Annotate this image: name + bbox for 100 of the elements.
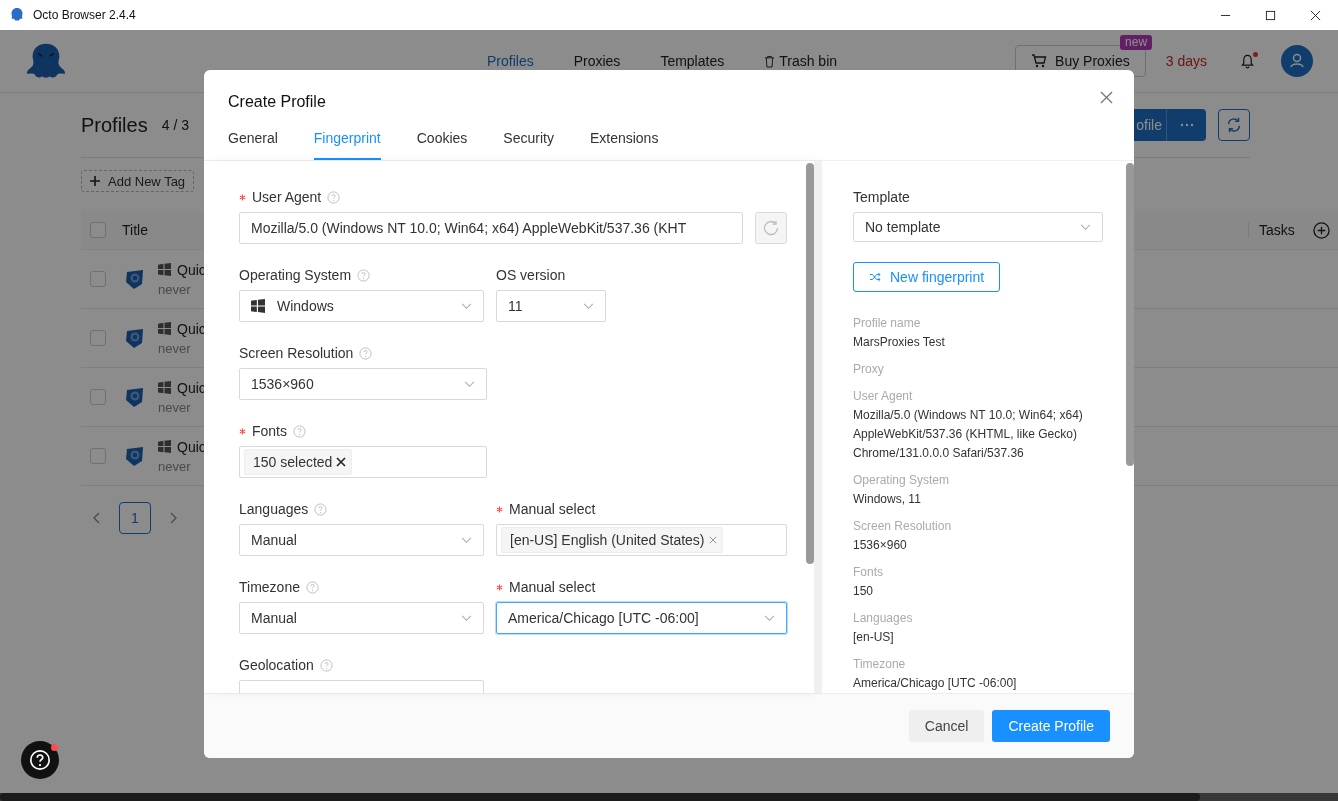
tab[interactable]: General [228, 122, 278, 160]
tab[interactable]: Cookies [416, 122, 468, 160]
tab[interactable]: Extensions [589, 122, 659, 160]
field-label: Languages [239, 501, 309, 517]
summary-value: America/Chicago [UTC -06:00] [853, 675, 1018, 692]
field-label: OS version [496, 267, 566, 283]
last-run: never [158, 399, 192, 415]
nav-link[interactable]: Templates [660, 53, 725, 69]
summary-label: Profile name [853, 315, 922, 332]
profile-name[interactable]: Quic [177, 261, 206, 278]
field-label: Template [853, 188, 911, 207]
page-title: Profiles [81, 113, 148, 137]
summary-label: Screen Resolution [853, 518, 953, 535]
plus-icon [90, 176, 100, 186]
chevron-down-icon [461, 536, 472, 544]
windows-icon [251, 299, 265, 313]
help-icon[interactable] [319, 658, 333, 672]
tag: 150 selected [244, 449, 353, 475]
summary-label: Timezone [853, 656, 907, 673]
shuffle-icon [869, 272, 881, 282]
summary-value: MarsProxies Test [853, 334, 946, 351]
field-label: Screen Resolution [239, 345, 354, 361]
more-button[interactable] [1166, 109, 1206, 141]
close-icon[interactable] [1100, 91, 1113, 104]
scrollbar-thumb[interactable] [806, 163, 814, 564]
checkbox[interactable] [90, 271, 106, 287]
template-select[interactable]: No template [853, 212, 1103, 242]
app-icon [9, 7, 25, 23]
windows-icon [158, 440, 171, 453]
summary-value: [en-US] [853, 629, 895, 646]
help-icon[interactable] [305, 580, 319, 594]
multi-select-field[interactable]: [en-US] English (United States) [496, 524, 787, 556]
next-page-icon[interactable] [169, 512, 177, 524]
nav-link[interactable]: Proxies [573, 53, 621, 69]
cancel-button[interactable]: Cancel [908, 710, 985, 742]
field-label: Manual select [509, 579, 596, 595]
summary-value: 1536×960 [853, 537, 908, 554]
profile-name[interactable]: Quic [177, 320, 206, 337]
dialog-title: Create Profile [228, 93, 326, 111]
chevron-down-icon [764, 614, 775, 622]
chevron-down-icon [1080, 223, 1091, 231]
select-field[interactable]: Windows [239, 290, 484, 322]
remove-icon[interactable] [336, 457, 347, 467]
select-field[interactable]: 11 [496, 290, 606, 322]
help-icon[interactable] [293, 424, 306, 438]
summary-label: Proxy [853, 361, 885, 378]
add-tag-button[interactable]: Add New Tag [81, 170, 195, 192]
column-header: Title [122, 222, 148, 238]
summary-label: Operating System [853, 472, 951, 489]
refresh-button[interactable] [1218, 109, 1250, 141]
user-agent-field[interactable]: Mozilla/5.0 (Windows NT 10.0; Win64; x64) AppleWebKit/537.36 (KHT [239, 212, 743, 244]
more-icon [1179, 123, 1194, 127]
select-field[interactable]: Manual [239, 524, 484, 556]
scrollbar-thumb[interactable] [1126, 163, 1134, 466]
column-header: Tasks [1248, 222, 1313, 238]
help-button[interactable] [21, 741, 59, 779]
summary-value: Mozilla/5.0 (Windows NT 10.0; Win64; x64) [853, 407, 1084, 424]
previous-page-icon[interactable] [93, 512, 101, 524]
checkbox[interactable] [90, 330, 106, 346]
windows-icon [158, 263, 171, 276]
windows-icon [158, 381, 171, 394]
field-label: Operating System [239, 267, 352, 283]
chevron-down-icon [464, 380, 475, 388]
help-icon[interactable] [357, 268, 371, 282]
summary-value: 150 [853, 583, 875, 600]
nav-link[interactable]: Trash bin [764, 53, 838, 69]
trash-icon [764, 54, 776, 68]
select-field[interactable]: America/Chicago [UTC -06:00] [496, 602, 787, 634]
window-title: Octo Browser 2.4.4 [33, 8, 136, 22]
summary-label: User Agent [853, 388, 914, 405]
tab[interactable]: Security [503, 122, 554, 160]
summary-label: Languages [853, 610, 914, 627]
chevron-down-icon [583, 302, 594, 310]
checkbox[interactable] [90, 389, 106, 405]
field-label: Timezone [239, 579, 300, 595]
summary-value: Chrome/131.0.0.0 Safari/537.36 [853, 445, 1025, 462]
help-icon[interactable] [314, 502, 328, 516]
checkbox[interactable] [90, 448, 106, 464]
horizontal-scrollbar[interactable] [0, 793, 1338, 801]
chevron-down-icon [461, 614, 472, 622]
checkbox[interactable] [90, 222, 106, 238]
select-field[interactable]: 1536×960 [239, 368, 487, 400]
select-field[interactable]: Manual [239, 602, 484, 634]
profile-name[interactable]: Quic [177, 438, 206, 455]
multi-select-field[interactable]: 150 selected [239, 446, 487, 478]
tag: [en-US] English (United States) [501, 527, 723, 553]
field-label: Geolocation [239, 657, 314, 673]
profile-name[interactable]: Quic [177, 379, 206, 396]
chevron-down-icon [461, 302, 472, 310]
bell-icon[interactable] [1241, 53, 1254, 69]
last-run: never [158, 340, 192, 356]
avatar-icon[interactable] [1281, 45, 1313, 77]
cart-icon [1031, 53, 1048, 69]
help-icon[interactable] [359, 346, 373, 360]
last-run: never [158, 281, 192, 297]
profile-count: 4 / 3 [161, 117, 189, 133]
summary-label: Fonts [853, 564, 884, 581]
trial-days[interactable]: 3 days [1165, 53, 1207, 69]
add-icon[interactable] [1313, 221, 1330, 239]
help-icon[interactable] [327, 190, 341, 204]
